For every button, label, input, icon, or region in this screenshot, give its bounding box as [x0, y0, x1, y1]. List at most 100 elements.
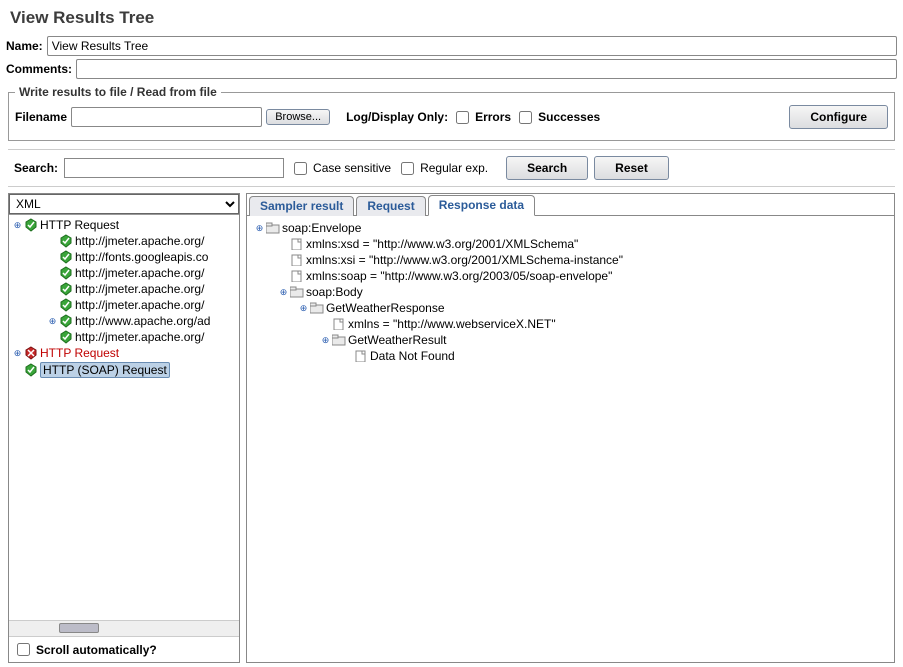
- tree-leaf-icon: [48, 269, 57, 278]
- scroll-auto-box[interactable]: [17, 643, 30, 656]
- case-sensitive-box[interactable]: [294, 162, 307, 175]
- folder-icon: [290, 286, 304, 298]
- xml-node-label: xmlns:xsd = "http://www.w3.org/2001/XMLS…: [306, 237, 578, 251]
- success-icon: [59, 250, 73, 264]
- result-node[interactable]: http://jmeter.apache.org/: [9, 265, 239, 281]
- result-node[interactable]: http://jmeter.apache.org/: [9, 233, 239, 249]
- successes-checkbox[interactable]: Successes: [515, 108, 600, 127]
- case-sensitive-checkbox[interactable]: Case sensitive: [290, 159, 391, 178]
- folder-icon: [310, 302, 324, 314]
- xml-node[interactable]: xmlns:soap = "http://www.w3.org/2003/05/…: [251, 268, 890, 284]
- tab-response-data[interactable]: Response data: [428, 195, 535, 216]
- folder-icon: [266, 222, 280, 234]
- expand-toggle-icon[interactable]: ⊕: [13, 349, 22, 358]
- xml-node-label: xmlns = "http://www.webserviceX.NET": [348, 317, 556, 331]
- xml-node-label: GetWeatherResponse: [326, 301, 445, 315]
- tabs-bar: Sampler result Request Response data: [247, 194, 894, 216]
- xml-node-label: Data Not Found: [370, 349, 455, 363]
- file-legend: Write results to file / Read from file: [15, 85, 221, 99]
- success-icon: [24, 363, 38, 377]
- success-icon: [59, 314, 73, 328]
- xml-node[interactable]: Data Not Found: [251, 348, 890, 364]
- search-button[interactable]: Search: [506, 156, 588, 180]
- file-icon: [290, 238, 304, 250]
- hscroll-thumb[interactable]: [59, 623, 99, 633]
- search-bar: Search: Case sensitive Regular exp. Sear…: [8, 149, 895, 187]
- xml-node-label: soap:Body: [306, 285, 363, 299]
- xml-node[interactable]: ⊕ GetWeatherResult: [251, 332, 890, 348]
- result-node[interactable]: http://jmeter.apache.org/: [9, 281, 239, 297]
- xml-node-label: xmlns:xsi = "http://www.w3.org/2001/XMLS…: [306, 253, 623, 267]
- xml-node[interactable]: xmlns = "http://www.webserviceX.NET": [251, 316, 890, 332]
- expand-toggle-icon[interactable]: ⊕: [279, 288, 288, 297]
- scroll-auto-checkbox[interactable]: Scroll automatically?: [13, 640, 157, 659]
- reset-button[interactable]: Reset: [594, 156, 669, 180]
- tree-leaf-icon: [48, 333, 57, 342]
- xml-node[interactable]: xmlns:xsd = "http://www.w3.org/2001/XMLS…: [251, 236, 890, 252]
- expand-toggle-icon[interactable]: ⊕: [255, 224, 264, 233]
- regex-label: Regular exp.: [420, 161, 488, 175]
- tree-leaf-icon: [279, 240, 288, 249]
- tab-request[interactable]: Request: [356, 196, 425, 216]
- success-icon: [59, 282, 73, 296]
- result-node[interactable]: ⊕HTTP Request: [9, 217, 239, 233]
- file-icon: [290, 254, 304, 266]
- tree-leaf-icon: [321, 320, 330, 329]
- page-title: View Results Tree: [10, 8, 893, 28]
- tree-leaf-icon: [343, 352, 352, 361]
- file-fieldset: Write results to file / Read from file F…: [8, 85, 895, 141]
- result-node-label: http://jmeter.apache.org/: [75, 234, 204, 248]
- tab-sampler-result[interactable]: Sampler result: [249, 196, 354, 216]
- regex-box[interactable]: [401, 162, 414, 175]
- folder-icon: [332, 334, 346, 346]
- result-node-label: http://jmeter.apache.org/: [75, 330, 204, 344]
- results-tree[interactable]: ⊕ HTTP Request http://jmeter.apache.org/ht…: [9, 215, 239, 620]
- expand-toggle-icon[interactable]: ⊕: [321, 336, 330, 345]
- result-node[interactable]: http://jmeter.apache.org/: [9, 297, 239, 313]
- filename-label: Filename: [15, 110, 67, 124]
- successes-checkbox-label: Successes: [538, 110, 600, 124]
- successes-checkbox-box[interactable]: [519, 111, 532, 124]
- browse-button[interactable]: Browse...: [266, 109, 330, 125]
- comments-label: Comments:: [6, 62, 72, 76]
- xml-node[interactable]: ⊕ soap:Body: [251, 284, 890, 300]
- result-node[interactable]: HTTP (SOAP) Request: [9, 361, 239, 379]
- comments-input[interactable]: [76, 59, 897, 79]
- result-node[interactable]: http://jmeter.apache.org/: [9, 329, 239, 345]
- result-node-label: http://jmeter.apache.org/: [75, 266, 204, 280]
- tree-leaf-icon: [13, 366, 22, 375]
- file-icon: [290, 270, 304, 282]
- xml-node-label: soap:Envelope: [282, 221, 361, 235]
- xml-node[interactable]: ⊕ GetWeatherResponse: [251, 300, 890, 316]
- name-input[interactable]: [47, 36, 897, 56]
- case-sensitive-label: Case sensitive: [313, 161, 391, 175]
- expand-toggle-icon[interactable]: ⊕: [299, 304, 308, 313]
- result-node-label: HTTP Request: [40, 346, 119, 360]
- results-hscroll[interactable]: [9, 620, 239, 636]
- result-node-label: http://fonts.googleapis.co: [75, 250, 208, 264]
- configure-button[interactable]: Configure: [789, 105, 888, 129]
- regex-checkbox[interactable]: Regular exp.: [397, 159, 488, 178]
- errors-checkbox[interactable]: Errors: [452, 108, 511, 127]
- response-body[interactable]: ⊕ soap:Envelope xmlns:xsd = "http://www.…: [247, 216, 894, 662]
- search-input[interactable]: [64, 158, 284, 178]
- result-node[interactable]: http://fonts.googleapis.co: [9, 249, 239, 265]
- xml-node[interactable]: ⊕ soap:Envelope: [251, 220, 890, 236]
- tree-leaf-icon: [48, 285, 57, 294]
- success-icon: [59, 266, 73, 280]
- tree-leaf-icon: [48, 237, 57, 246]
- xml-node[interactable]: xmlns:xsi = "http://www.w3.org/2001/XMLS…: [251, 252, 890, 268]
- result-node-label: HTTP (SOAP) Request: [40, 362, 170, 378]
- filename-input[interactable]: [71, 107, 262, 127]
- result-node[interactable]: ⊕http://www.apache.org/ad: [9, 313, 239, 329]
- renderer-select[interactable]: XML: [9, 194, 239, 214]
- errors-checkbox-box[interactable]: [456, 111, 469, 124]
- xml-node-label: GetWeatherResult: [348, 333, 447, 347]
- xml-node-label: xmlns:soap = "http://www.w3.org/2003/05/…: [306, 269, 612, 283]
- tree-leaf-icon: [279, 256, 288, 265]
- errors-checkbox-label: Errors: [475, 110, 511, 124]
- expand-toggle-icon[interactable]: ⊕: [48, 317, 57, 326]
- expand-toggle-icon[interactable]: ⊕: [13, 221, 22, 230]
- result-node[interactable]: ⊕ HTTP Request: [9, 345, 239, 361]
- success-icon: [24, 218, 38, 232]
